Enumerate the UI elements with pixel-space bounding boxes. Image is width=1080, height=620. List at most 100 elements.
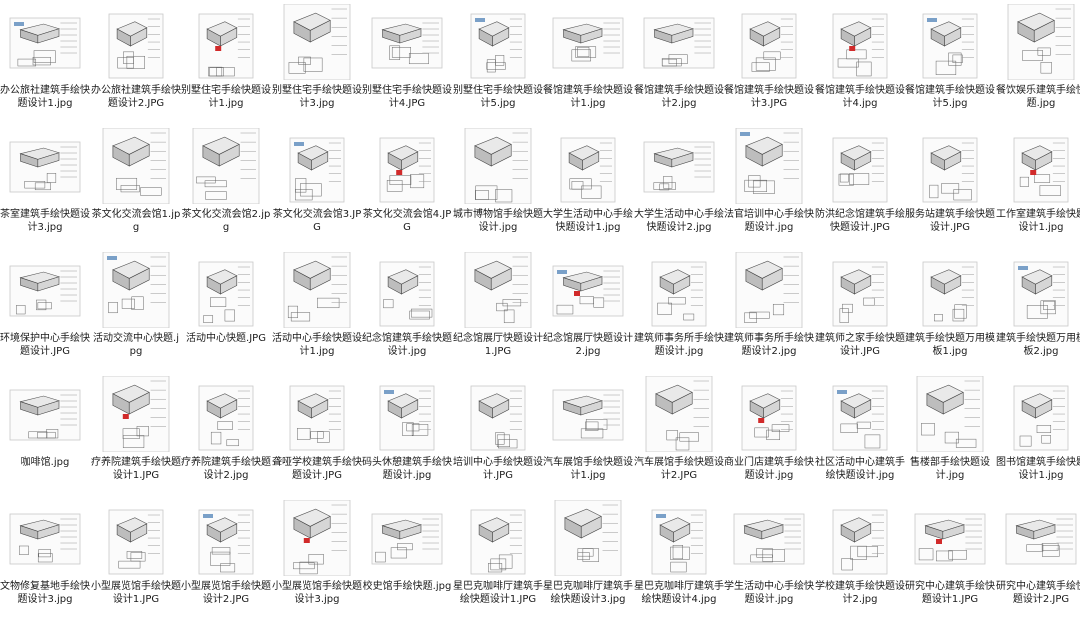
- file-thumbnail: [370, 376, 444, 452]
- file-item[interactable]: 茶文化交流会馆4.JPG: [362, 124, 452, 248]
- file-item[interactable]: 文物修复基地手绘快题设计3.jpg: [0, 496, 90, 620]
- image-thumbnail-icon: [470, 509, 526, 575]
- file-item[interactable]: 码头休憩建筑手绘快题设计.jpg: [362, 372, 452, 496]
- file-name-label: 码头休憩建筑手绘快题设计.jpg: [362, 457, 452, 481]
- file-thumbnail: [732, 500, 806, 576]
- file-item[interactable]: 环境保护中心手绘快题设计.JPG: [0, 248, 90, 372]
- file-item[interactable]: 茶文化交流会馆1.jpg: [91, 124, 181, 248]
- file-item[interactable]: 研究中心建筑手绘快题设计1.JPG: [905, 496, 995, 620]
- file-item[interactable]: 小型展览馆手绘快题设计1.JPG: [91, 496, 181, 620]
- file-item[interactable]: 别墅住宅手绘快题设计3.jpg: [272, 0, 362, 124]
- image-thumbnail-icon: [9, 265, 81, 317]
- file-item[interactable]: 纪念馆展厅快题设计1.JPG: [453, 248, 543, 372]
- file-item[interactable]: 大学生活动中心手绘快题设计2.jpg: [634, 124, 724, 248]
- file-item[interactable]: 疗养院建筑手绘快题设计2.jpg: [181, 372, 271, 496]
- file-item[interactable]: 防洪纪念馆建筑手绘快题设计.JPG: [815, 124, 905, 248]
- file-name-label: 餐馆建筑手绘快题设计1.jpg: [543, 85, 633, 109]
- file-item[interactable]: 工作室建筑手绘快题设计1.jpg: [996, 124, 1080, 248]
- file-name-label: 校史馆手绘快题.jpg: [362, 581, 452, 592]
- file-item[interactable]: 商业门店建筑手绘快题设计.jpg: [724, 372, 814, 496]
- file-item[interactable]: 茶文化交流会馆2.jpg: [181, 124, 271, 248]
- file-thumbnail: [370, 128, 444, 204]
- file-item[interactable]: 别墅住宅手绘快题设计1.jpg: [181, 0, 271, 124]
- file-item[interactable]: 建筑手绘快题万用模板1.jpg: [905, 248, 995, 372]
- file-item[interactable]: 建筑师事务所手绘快题设计2.jpg: [724, 248, 814, 372]
- file-name-label: 防洪纪念馆建筑手绘快题设计.JPG: [815, 209, 905, 233]
- file-item[interactable]: 社区活动中心建筑手绘快题设计.jpg: [815, 372, 905, 496]
- file-thumbnail: [913, 376, 987, 452]
- file-item[interactable]: 研究中心建筑手绘快题设计2.JPG: [996, 496, 1080, 620]
- file-item[interactable]: 学生活动中心手绘快题设计.jpg: [724, 496, 814, 620]
- file-item[interactable]: 法官培训中心手绘快题设计.jpg: [724, 124, 814, 248]
- file-thumbnail: [1004, 252, 1078, 328]
- file-name-label: 疗养院建筑手绘快题设计1.JPG: [91, 457, 181, 481]
- file-item[interactable]: 餐馆建筑手绘快题设计5.jpg: [905, 0, 995, 124]
- file-item[interactable]: 咖啡馆.jpg: [0, 372, 90, 496]
- file-item[interactable]: 建筑手绘快题万用模板2.jpg: [996, 248, 1080, 372]
- file-thumbnail: [8, 500, 82, 576]
- file-item[interactable]: 纪念馆建筑手绘快题设计.jpg: [362, 248, 452, 372]
- image-thumbnail-icon: [832, 509, 888, 575]
- file-name-label: 活动交流中心快题.jpg: [93, 333, 179, 357]
- file-item[interactable]: 餐馆建筑手绘快题设计2.jpg: [634, 0, 724, 124]
- file-name-label: 法官培训中心手绘快题设计.jpg: [724, 209, 814, 233]
- file-name-label: 城市博物馆手绘快题设计.jpg: [453, 209, 543, 233]
- file-item[interactable]: 培训中心手绘快题设计.JPG: [453, 372, 543, 496]
- image-thumbnail-icon: [1013, 137, 1069, 203]
- file-thumbnail: [461, 4, 535, 80]
- file-item[interactable]: 办公旅社建筑手绘快题设计1.jpg: [0, 0, 90, 124]
- file-thumbnail: [280, 4, 354, 80]
- file-item[interactable]: 茶室建筑手绘快题设计3.jpg: [0, 124, 90, 248]
- file-item[interactable]: 疗养院建筑手绘快题设计1.JPG: [91, 372, 181, 496]
- file-item[interactable]: 活动中心快题.JPG: [181, 248, 271, 372]
- file-item[interactable]: 城市博物馆手绘快题设计.jpg: [453, 124, 543, 248]
- file-item[interactable]: 汽车展馆手绘快题设计1.jpg: [543, 372, 633, 496]
- image-thumbnail-icon: [9, 513, 81, 565]
- file-item[interactable]: 汽车展馆手绘快题设计2.JPG: [634, 372, 724, 496]
- file-item[interactable]: 小型展览馆手绘快题设计3.jpg: [272, 496, 362, 620]
- file-item[interactable]: 星巴克咖啡厅建筑手绘快题设计4.jpg: [634, 496, 724, 620]
- image-thumbnail-icon: [379, 261, 435, 327]
- file-item[interactable]: 活动中心手绘快题设计1.jpg: [272, 248, 362, 372]
- file-thumbnail: [913, 252, 987, 328]
- file-thumbnail: [189, 500, 263, 576]
- file-item[interactable]: 图书馆建筑手绘快题设计1.jpg: [996, 372, 1080, 496]
- file-item[interactable]: 大学生活动中心手绘快题设计1.jpg: [543, 124, 633, 248]
- file-item[interactable]: 别墅住宅手绘快题设计4.JPG: [362, 0, 452, 124]
- file-item[interactable]: 纪念馆展厅快题设计2.jpg: [543, 248, 633, 372]
- file-item[interactable]: 餐馆建筑手绘快题设计4.jpg: [815, 0, 905, 124]
- image-thumbnail-icon: [371, 17, 443, 69]
- file-item[interactable]: 餐饮娱乐建筑手绘快题.jpg: [996, 0, 1080, 124]
- file-item[interactable]: 服务站建筑手绘快题设计.JPG: [905, 124, 995, 248]
- file-name-label: 环境保护中心手绘快题设计.JPG: [0, 333, 90, 357]
- file-name-label: 纪念馆展厅快题设计2.jpg: [543, 333, 633, 357]
- file-item[interactable]: 学校建筑手绘快题设计2.jpg: [815, 496, 905, 620]
- file-item[interactable]: 建筑师事务所手绘快题设计.jpg: [634, 248, 724, 372]
- file-thumbnail: [551, 128, 625, 204]
- file-item[interactable]: 别墅住宅手绘快题设计5.jpg: [453, 0, 543, 124]
- file-name-label: 别墅住宅手绘快题设计1.jpg: [181, 85, 271, 109]
- file-item[interactable]: 聋哑学校建筑手绘快题设计.JPG: [272, 372, 362, 496]
- file-item[interactable]: 茶文化交流会馆3.JPG: [272, 124, 362, 248]
- file-thumbnail: [913, 4, 987, 80]
- image-thumbnail-icon: [108, 13, 164, 79]
- image-thumbnail-icon: [922, 261, 978, 327]
- file-thumbnail: [99, 252, 173, 328]
- file-item[interactable]: 校史馆手绘快题.jpg: [362, 496, 452, 620]
- file-item[interactable]: 星巴克咖啡厅建筑手绘快题设计1.JPG: [453, 496, 543, 620]
- file-name-label: 汽车展馆手绘快题设计2.JPG: [634, 457, 724, 481]
- file-item[interactable]: 售楼部手绘快题设计.jpg: [905, 372, 995, 496]
- image-thumbnail-icon: [1013, 385, 1069, 451]
- file-name-label: 研究中心建筑手绘快题设计1.JPG: [905, 581, 995, 605]
- image-thumbnail-icon: [741, 13, 797, 79]
- image-thumbnail-icon: [102, 252, 170, 328]
- file-item[interactable]: 建筑师之家手绘快题设计.JPG: [815, 248, 905, 372]
- file-item[interactable]: 星巴克咖啡厅建筑手绘快题设计3.jpg: [543, 496, 633, 620]
- file-item[interactable]: 餐馆建筑手绘快题设计1.jpg: [543, 0, 633, 124]
- image-thumbnail-icon: [916, 376, 984, 452]
- file-item[interactable]: 办公旅社建筑手绘快题设计2.JPG: [91, 0, 181, 124]
- image-thumbnail-icon: [735, 128, 803, 204]
- file-item[interactable]: 小型展览馆手绘快题设计2.JPG: [181, 496, 271, 620]
- file-item[interactable]: 活动交流中心快题.jpg: [91, 248, 181, 372]
- file-item[interactable]: 餐馆建筑手绘快题设计3.JPG: [724, 0, 814, 124]
